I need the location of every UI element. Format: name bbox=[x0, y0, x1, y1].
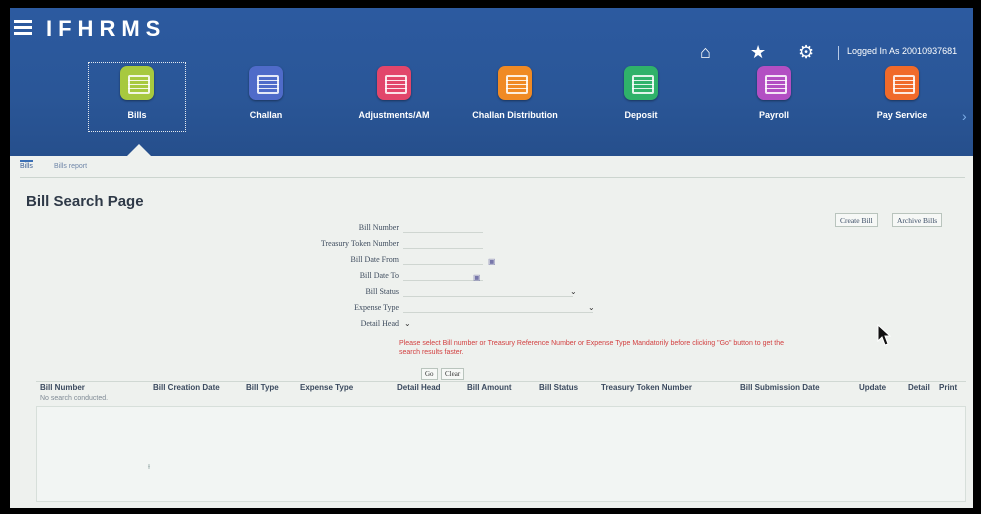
module-challan[interactable]: Challan bbox=[211, 66, 321, 120]
results-table-body bbox=[36, 406, 966, 502]
bill-number-input[interactable] bbox=[403, 223, 483, 233]
chevron-down-icon[interactable]: ⌄ bbox=[570, 287, 577, 296]
mouse-cursor-icon bbox=[877, 324, 891, 346]
module-deposit[interactable]: Deposit bbox=[586, 66, 696, 120]
col-detail: Detail bbox=[908, 383, 930, 392]
treasury-token-number-label: Treasury Token Number bbox=[320, 239, 399, 248]
page-title: Bill Search Page bbox=[26, 193, 144, 210]
deposit-icon bbox=[624, 66, 658, 100]
header-separator bbox=[838, 46, 839, 60]
bill-status-select[interactable] bbox=[403, 287, 573, 297]
pay-service-icon bbox=[885, 66, 919, 100]
col-detail-head: Detail Head bbox=[397, 383, 441, 392]
module-bills[interactable]: Bills bbox=[82, 66, 192, 120]
go-button[interactable]: Go bbox=[421, 368, 438, 380]
module-label: Adjustments/AM bbox=[358, 110, 430, 120]
selected-module-pointer bbox=[127, 144, 151, 156]
bill-status-label: Bill Status bbox=[365, 287, 399, 296]
module-label: Payroll bbox=[758, 110, 789, 120]
module-label: Pay Service bbox=[876, 110, 928, 120]
module-label: Challan Distribution bbox=[472, 110, 558, 120]
tab-divider bbox=[20, 177, 965, 178]
module-label: Deposit bbox=[624, 110, 658, 120]
star-icon[interactable]: ★ bbox=[750, 42, 766, 63]
col-bill-number: Bill Number bbox=[40, 383, 85, 392]
col-update: Update bbox=[859, 383, 887, 392]
challan-distribution-icon bbox=[498, 66, 532, 100]
screen: IFHRMS ⌂ ★ ⚙ Logged In As 20010937681 Bi… bbox=[10, 8, 973, 508]
archive-bills-button[interactable]: Archive Bills bbox=[892, 213, 943, 227]
validation-message: Please select Bill number or Treasury Re… bbox=[399, 340, 784, 356]
module-adjustments[interactable]: Adjustments/AM bbox=[339, 66, 449, 120]
col-expense-type: Expense Type bbox=[300, 383, 354, 392]
chevron-down-icon[interactable]: ⌄ bbox=[588, 303, 595, 312]
col-bill-amount: Bill Amount bbox=[467, 383, 512, 392]
module-label: Bills bbox=[127, 110, 147, 120]
app-header: IFHRMS ⌂ ★ ⚙ Logged In As 20010937681 Bi… bbox=[10, 8, 973, 156]
gear-icon[interactable]: ⚙ bbox=[798, 42, 814, 63]
col-bill-creation-date: Bill Creation Date bbox=[153, 383, 220, 392]
app-title: IFHRMS bbox=[46, 16, 167, 41]
col-bill-status: Bill Status bbox=[539, 383, 579, 392]
col-bill-type: Bill Type bbox=[246, 383, 279, 392]
bill-date-to-label: Bill Date To bbox=[359, 271, 399, 280]
challan-icon bbox=[249, 66, 283, 100]
bill-date-from-label: Bill Date From bbox=[350, 255, 399, 264]
tab-bills[interactable]: Bills bbox=[20, 160, 33, 170]
detail-head-label: Detail Head bbox=[360, 319, 399, 328]
chevron-right-icon[interactable]: › bbox=[962, 108, 967, 124]
create-bill-button[interactable]: Create Bill bbox=[835, 213, 878, 227]
table-divider bbox=[36, 381, 966, 382]
tab-bills-report[interactable]: Bills report bbox=[54, 160, 87, 170]
stray-mark: ᵻ bbox=[148, 461, 150, 471]
payroll-icon bbox=[757, 66, 791, 100]
home-icon[interactable]: ⌂ bbox=[700, 42, 711, 63]
module-pay-service[interactable]: Pay Service bbox=[847, 66, 957, 120]
bill-number-label: Bill Number bbox=[358, 223, 399, 232]
logged-in-text: Logged In As 20010937681 bbox=[847, 46, 958, 56]
expense-type-select[interactable] bbox=[403, 303, 593, 313]
bill-date-from-input[interactable] bbox=[403, 255, 483, 265]
module-challan-distribution[interactable]: Challan Distribution bbox=[460, 66, 570, 120]
treasury-token-number-input[interactable] bbox=[403, 239, 483, 249]
col-treasury-token-number: Treasury Token Number bbox=[601, 383, 692, 392]
adjustments-icon bbox=[377, 66, 411, 100]
module-label: Challan bbox=[249, 110, 283, 120]
module-payroll[interactable]: Payroll bbox=[719, 66, 829, 120]
calendar-icon[interactable]: ▣ bbox=[488, 257, 496, 266]
empty-results-text: No search conducted. bbox=[40, 395, 109, 402]
detail-head-select[interactable]: ⌄ bbox=[404, 319, 411, 328]
expense-type-label: Expense Type bbox=[354, 303, 399, 312]
calendar-icon[interactable]: ▣ bbox=[473, 273, 481, 282]
clear-button[interactable]: Clear bbox=[441, 368, 465, 380]
menu-icon[interactable] bbox=[14, 20, 32, 36]
bills-icon bbox=[120, 66, 154, 100]
bill-date-to-input[interactable] bbox=[403, 271, 483, 281]
col-bill-submission-date: Bill Submission Date bbox=[740, 383, 820, 392]
col-print: Print bbox=[939, 383, 958, 392]
